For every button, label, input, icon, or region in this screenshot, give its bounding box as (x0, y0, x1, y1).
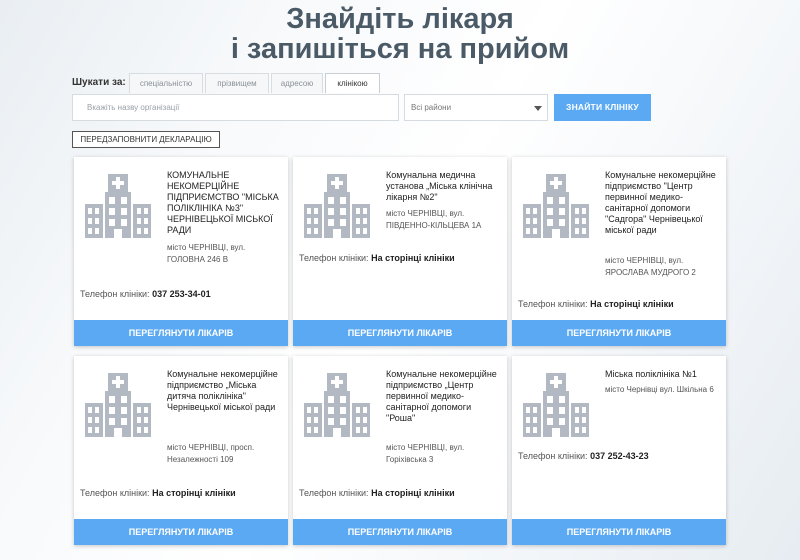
phone-label: Телефон клініки: (80, 289, 150, 299)
find-clinic-button[interactable]: ЗНАЙТИ КЛІНІКУ (554, 94, 651, 121)
clinic-phone: Телефон клініки: На сторінці клініки (299, 488, 505, 498)
phone-label: Телефон клініки: (518, 299, 588, 309)
clinic-address: місто ЧЕРНІВЦІ, вул. ПІВДЕННО-КІЛЬЦЕВА 1… (386, 209, 482, 230)
phone-value: На сторінці клініки (590, 299, 674, 309)
organization-search-input[interactable] (72, 94, 399, 121)
phone-label: Телефон клініки: (518, 451, 588, 461)
clinic-phone: Телефон клініки: 037 253-34-01 (80, 289, 286, 299)
region-select[interactable]: Всі райони (404, 94, 548, 121)
clinic-name: КОМУНАЛЬНЕ НЕКОМЕРЦІЙНЕ ПІДПРИЄМСТВО "МІ… (167, 170, 279, 235)
view-doctors-button[interactable]: ПЕРЕГЛЯНУТИ ЛІКАРІВ (512, 519, 726, 545)
tab-specialty[interactable]: спеціальністю (129, 73, 203, 93)
search-by-label: Шукати за: (72, 77, 126, 88)
phone-label: Телефон клініки: (299, 488, 369, 498)
clinic-phone: Телефон клініки: На сторінці клініки (518, 299, 724, 309)
hospital-building-icon (85, 373, 151, 437)
hospital-building-icon (304, 174, 370, 238)
page-title-line2: і запишіться на прийом (230, 33, 570, 65)
view-doctors-button[interactable]: ПЕРЕГЛЯНУТИ ЛІКАРІВ (74, 320, 288, 346)
clinic-phone: Телефон клініки: На сторінці клініки (80, 488, 286, 498)
clinic-name: Міська поліклініка №1 (605, 369, 697, 379)
view-doctors-button[interactable]: ПЕРЕГЛЯНУТИ ЛІКАРІВ (293, 320, 507, 346)
clinic-card: КОМУНАЛЬНЕ НЕКОМЕРЦІЙНЕ ПІДПРИЄМСТВО "МІ… (74, 157, 288, 346)
clinic-card: Комунальне некомерційне підприємство "Це… (512, 157, 726, 346)
tab-address[interactable]: адресою (271, 73, 323, 93)
phone-value: На сторінці клініки (371, 253, 455, 263)
clinic-address: місто ЧЕРНІВЦІ, вул. Горіхівська 3 (386, 443, 465, 464)
clinic-address: місто ЧЕРНІВЦІ, вул. ГОЛОВНА 246 В (167, 243, 246, 264)
prefill-declaration-button[interactable]: ПЕРЕДЗАПОВНИТИ ДЕКЛАРАЦІЮ (72, 131, 220, 148)
clinic-name: Комунальне некомерційне підприємство „Це… (386, 369, 497, 423)
chevron-down-icon (534, 106, 542, 111)
page-title: Знайдіть лікаря і запишіться на прийом (0, 4, 800, 64)
view-doctors-button[interactable]: ПЕРЕГЛЯНУТИ ЛІКАРІВ (74, 519, 288, 545)
phone-value: 037 253-34-01 (152, 289, 211, 299)
hospital-building-icon (523, 174, 589, 238)
tab-clinic[interactable]: клінікою (325, 73, 380, 93)
clinic-name: Комунальне некомерційне підприємство "Це… (605, 170, 716, 235)
clinic-address: місто ЧЕРНІВЦІ, просп. Незалежності 109 (167, 443, 255, 464)
hospital-building-icon (304, 373, 370, 437)
page-title-line1: Знайдіть лікаря (286, 3, 514, 35)
phone-value: На сторінці клініки (371, 488, 455, 498)
phone-value: На сторінці клініки (152, 488, 236, 498)
clinic-address: місто ЧЕРНІВЦІ, вул. ЯРОСЛАВА МУДРОГО 2 (605, 256, 696, 277)
clinic-card: Комунальна медична установа „Міська клін… (293, 157, 507, 346)
clinic-name: Комунальне некомерційне підприємство „Мі… (167, 369, 278, 412)
clinic-card: Комунальне некомерційне підприємство „Мі… (74, 356, 288, 545)
phone-value: 037 252-43-23 (590, 451, 649, 461)
phone-label: Телефон клініки: (80, 488, 150, 498)
view-doctors-button[interactable]: ПЕРЕГЛЯНУТИ ЛІКАРІВ (512, 320, 726, 346)
hospital-building-icon (523, 373, 589, 437)
clinic-name: Комунальна медична установа „Міська клін… (386, 170, 493, 202)
region-select-value: Всі райони (411, 103, 452, 112)
clinic-address: місто Чернівці вул. Шкільна 6 (605, 385, 714, 394)
view-doctors-button[interactable]: ПЕРЕГЛЯНУТИ ЛІКАРІВ (293, 519, 507, 545)
phone-label: Телефон клініки: (299, 253, 369, 263)
tab-surname[interactable]: прізвищем (205, 73, 269, 93)
clinic-phone: Телефон клініки: 037 252-43-23 (518, 451, 724, 461)
clinic-phone: Телефон клініки: На сторінці клініки (299, 253, 505, 263)
clinic-card: Комунальне некомерційне підприємство „Це… (293, 356, 507, 545)
clinic-card: Міська поліклініка №1 місто Чернівці вул… (512, 356, 726, 545)
hospital-building-icon (85, 174, 151, 238)
